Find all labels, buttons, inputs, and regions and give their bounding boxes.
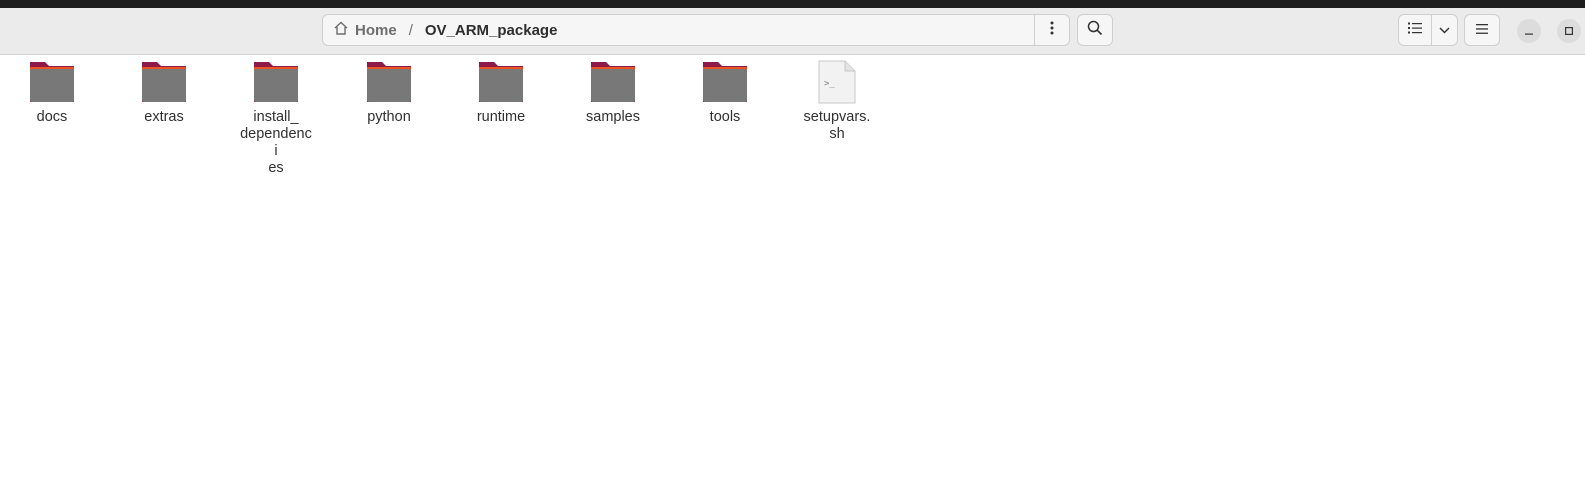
path-bar[interactable]: Home / OV_ARM_package bbox=[322, 14, 1070, 46]
file-item-tools[interactable]: tools bbox=[675, 60, 775, 126]
list-view-icon bbox=[1408, 21, 1422, 39]
file-item-extras[interactable]: extras bbox=[114, 60, 214, 126]
breadcrumb-separator: / bbox=[408, 21, 413, 39]
file-name: install_ dependenci es bbox=[240, 109, 312, 176]
folder-icon bbox=[254, 62, 298, 102]
folder-icon bbox=[703, 62, 747, 102]
file-item-docs[interactable]: docs bbox=[2, 60, 102, 126]
file-grid: docs extras install_ dependenci es pytho… bbox=[0, 55, 1585, 489]
folder-icon bbox=[591, 62, 635, 102]
file-item-python[interactable]: python bbox=[339, 60, 439, 126]
file-item-samples[interactable]: samples bbox=[563, 60, 663, 126]
search-button[interactable] bbox=[1077, 14, 1113, 46]
main-menu-button[interactable] bbox=[1464, 14, 1500, 46]
maximize-button[interactable] bbox=[1557, 19, 1581, 43]
hamburger-menu-icon bbox=[1476, 21, 1488, 39]
folder-icon bbox=[479, 62, 523, 102]
list-view-button[interactable] bbox=[1398, 14, 1432, 46]
file-item-install-dependencies[interactable]: install_ dependenci es bbox=[226, 60, 326, 177]
search-icon bbox=[1087, 20, 1103, 41]
file-name: python bbox=[367, 109, 411, 125]
folder-icon bbox=[142, 62, 186, 102]
folder-icon bbox=[367, 62, 411, 102]
file-name: runtime bbox=[476, 109, 526, 125]
file-name: extras bbox=[144, 109, 184, 125]
file-name: samples bbox=[586, 109, 640, 125]
shell-script-icon: >_ bbox=[818, 60, 856, 104]
file-item-setupvars-sh[interactable]: >_ setupvars. sh bbox=[787, 60, 887, 143]
breadcrumb-home[interactable]: Home bbox=[333, 20, 397, 40]
system-top-bar bbox=[0, 0, 1585, 8]
headerbar: Home / OV_ARM_package bbox=[0, 8, 1585, 55]
svg-text:>_: >_ bbox=[824, 79, 835, 89]
file-item-runtime[interactable]: runtime bbox=[451, 60, 551, 126]
breadcrumb-home-label: Home bbox=[355, 21, 397, 39]
kebab-menu-icon bbox=[1050, 21, 1054, 40]
folder-icon bbox=[30, 62, 74, 102]
chevron-down-icon bbox=[1439, 21, 1450, 39]
maximize-icon bbox=[1565, 22, 1574, 40]
path-menu-button[interactable] bbox=[1034, 15, 1069, 45]
minimize-icon bbox=[1525, 22, 1533, 40]
file-name: tools bbox=[709, 109, 741, 125]
minimize-button[interactable] bbox=[1517, 19, 1541, 43]
file-name: setupvars. sh bbox=[803, 109, 871, 142]
file-name: docs bbox=[36, 109, 68, 125]
breadcrumb-current-folder[interactable]: OV_ARM_package bbox=[425, 22, 558, 39]
home-icon bbox=[333, 20, 349, 40]
view-options-button[interactable] bbox=[1431, 14, 1458, 46]
